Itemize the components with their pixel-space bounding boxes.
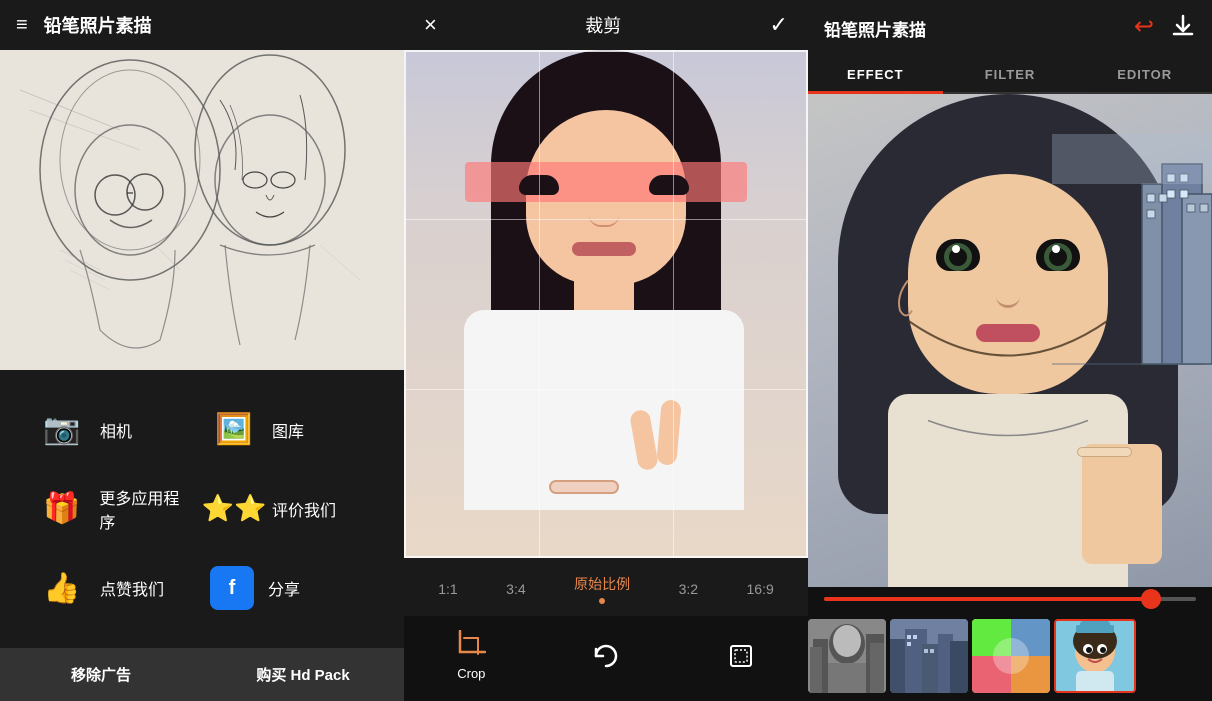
share-label: 分享 (268, 576, 300, 600)
more-apps-label: 更多应用程序 (99, 485, 194, 533)
ratio-active-dot (599, 598, 605, 604)
crop-tool-crop[interactable]: Crop (456, 630, 486, 681)
thumb-cartoon[interactable] (1054, 619, 1136, 693)
panel-effect: 铅笔照片素描 ↩ EFFECT FILTER EDITOR (808, 0, 1212, 701)
crop-close-button[interactable]: × (424, 12, 437, 38)
tab-filter[interactable]: FILTER (943, 57, 1078, 92)
ratio-3-4[interactable]: 3:4 (498, 577, 533, 601)
city-bg-svg (1052, 134, 1212, 534)
facebook-icon: f (210, 566, 254, 610)
sketch-svg (0, 50, 404, 370)
expand-icon (726, 641, 756, 671)
camera-label: 相机 (100, 418, 132, 442)
action-camera[interactable]: 📷 相机 (30, 390, 202, 469)
privacy-blur (465, 162, 748, 202)
crop-image-area (404, 50, 808, 558)
ratio-3-2[interactable]: 3:2 (671, 577, 706, 601)
manga-bg (808, 94, 1212, 587)
action-rate[interactable]: ⭐⭐ 评价我们 (202, 469, 374, 548)
neck (574, 275, 634, 315)
action-gallery[interactable]: 🖼️ 图库 (202, 390, 374, 469)
effect-slider-bar (808, 587, 1212, 611)
gift-icon: 🎁 (38, 485, 85, 533)
effect-main-image (808, 94, 1212, 587)
action-like[interactable]: 👍 点赞我们 (30, 549, 202, 628)
manga-left-eye (936, 239, 980, 271)
thumb-cartoon-svg (1056, 621, 1134, 693)
crop-topbar: × 裁剪 ✓ (404, 0, 808, 50)
gallery-label: 图库 (272, 418, 304, 442)
crop-toolbar: Crop (404, 616, 808, 701)
crop-title: 裁剪 (585, 12, 621, 38)
actions-grid: 📷 相机 🖼️ 图库 🎁 更多应用程序 ⭐⭐ 评价我们 👍 点赞我们 f 分享 (0, 370, 404, 648)
right-eye (649, 175, 689, 195)
bracelet (549, 480, 619, 494)
thumb-bw[interactable] (808, 619, 886, 693)
effect-slider[interactable] (824, 597, 1196, 601)
action-share[interactable]: f 分享 (202, 549, 374, 628)
effect-app-title: 铅笔照片素描 (824, 16, 926, 41)
slider-thumb[interactable] (1141, 589, 1161, 609)
thumbs-up-icon: 👍 (38, 564, 86, 612)
thumb-color-svg (972, 619, 1050, 693)
crop-icon (456, 630, 486, 660)
crop-confirm-button[interactable]: ✓ (770, 12, 788, 38)
thumb-color[interactable] (972, 619, 1050, 693)
crop-tool-expand[interactable] (726, 641, 756, 671)
ratio-1-1[interactable]: 1:1 (430, 577, 465, 601)
tab-editor[interactable]: EDITOR (1077, 57, 1212, 92)
undo-button[interactable]: ↩ (1134, 12, 1154, 45)
panel-crop: × 裁剪 ✓ (404, 0, 808, 701)
sketch-preview (0, 50, 404, 370)
ratio-16-9[interactable]: 16:9 (739, 577, 782, 601)
tab-effect[interactable]: EFFECT (808, 57, 943, 92)
rate-label: 评价我们 (272, 497, 336, 521)
crop-ratio-bar: 1:1 3:4 原始比例 3:2 16:9 (404, 558, 808, 616)
download-icon (1170, 12, 1196, 38)
bottom-buttons: 移除广告 购买 Hd Pack (0, 648, 404, 701)
effect-thumbnails (808, 611, 1212, 701)
manga-lips (976, 324, 1040, 342)
thumb-city[interactable] (890, 619, 968, 693)
gallery-icon: 🖼️ (210, 406, 258, 454)
panel-main: ≡ 铅笔照片素描 (0, 0, 404, 701)
star-icon: ⭐⭐ (210, 485, 258, 533)
like-label: 点赞我们 (100, 576, 164, 600)
manga-shine-left (952, 245, 960, 253)
buy-hd-button[interactable]: 购买 Hd Pack (202, 648, 404, 701)
crop-tool-label: Crop (457, 666, 485, 681)
crop-photo (404, 50, 808, 558)
camera-icon: 📷 (38, 406, 86, 454)
main-app-title: 铅笔照片素描 (44, 12, 152, 38)
slider-fill (824, 597, 1151, 601)
download-button[interactable] (1170, 12, 1196, 45)
main-topbar: ≡ 铅笔照片素描 (0, 0, 404, 50)
crop-tool-rotate[interactable] (591, 641, 621, 671)
effect-topbar: 铅笔照片素描 ↩ (808, 0, 1212, 57)
rotate-icon (591, 641, 621, 671)
thumb-bw-svg (808, 619, 886, 693)
left-eye (519, 175, 559, 195)
manga-bracelet (1077, 447, 1132, 457)
effect-topbar-icons: ↩ (1134, 12, 1196, 45)
lips (572, 242, 636, 256)
thumb-city-svg (890, 619, 968, 693)
effect-tabs: EFFECT FILTER EDITOR (808, 57, 1212, 94)
menu-icon[interactable]: ≡ (16, 14, 28, 37)
remove-ad-button[interactable]: 移除广告 (0, 648, 202, 701)
ratio-original[interactable]: 原始比例 (566, 570, 638, 608)
action-more-apps[interactable]: 🎁 更多应用程序 (30, 469, 202, 548)
